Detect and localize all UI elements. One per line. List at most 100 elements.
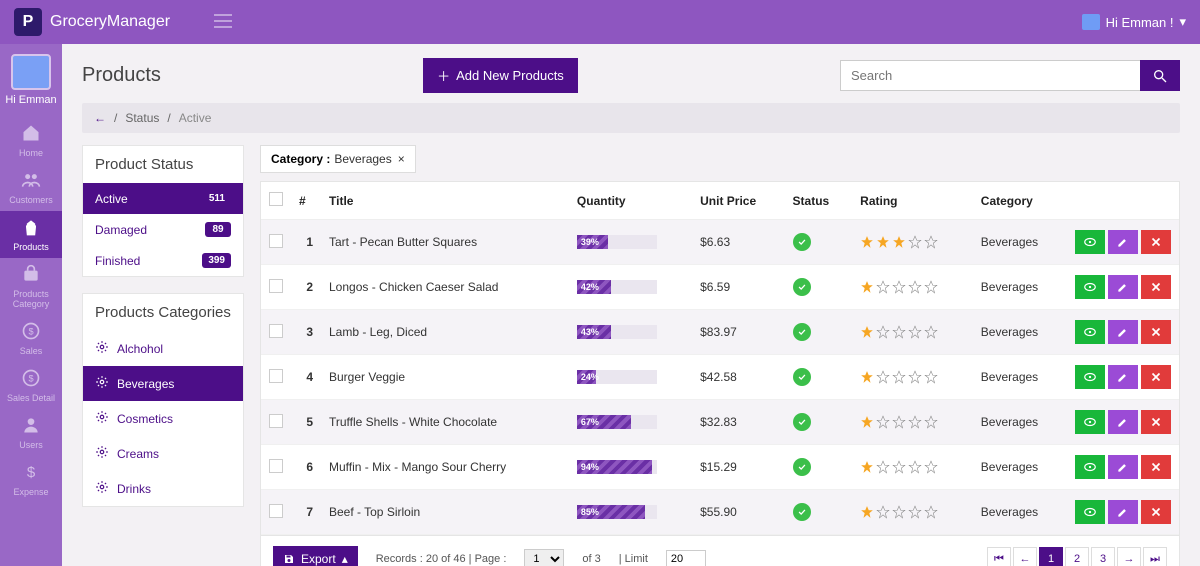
row-checkbox[interactable] bbox=[269, 234, 283, 248]
row-qty: 43% bbox=[569, 310, 692, 355]
delete-button[interactable] bbox=[1141, 455, 1171, 479]
add-button-label: Add New Products bbox=[456, 68, 564, 83]
table-row: 2Longos - Chicken Caeser Salad42%$6.59Be… bbox=[261, 265, 1179, 310]
limit-input[interactable] bbox=[666, 550, 706, 566]
hamburger-icon[interactable] bbox=[214, 14, 232, 31]
sidebar-item-products-category[interactable]: Products Category bbox=[0, 258, 62, 315]
column-header[interactable]: Quantity bbox=[569, 182, 692, 220]
row-rating bbox=[852, 265, 973, 310]
sidebar-item-sales-detail[interactable]: $Sales Detail bbox=[0, 362, 62, 409]
gear-icon bbox=[95, 340, 109, 357]
column-header[interactable]: Rating bbox=[852, 182, 973, 220]
sidebar-item-sales[interactable]: $Sales bbox=[0, 315, 62, 362]
edit-button[interactable] bbox=[1108, 230, 1138, 254]
save-icon bbox=[283, 553, 295, 565]
row-checkbox[interactable] bbox=[269, 369, 283, 383]
row-qty: 94% bbox=[569, 445, 692, 490]
gear-icon bbox=[95, 375, 109, 392]
row-qty: 67% bbox=[569, 400, 692, 445]
pager-last[interactable]: ⏭ bbox=[1143, 547, 1167, 566]
category-item-drinks[interactable]: Drinks bbox=[83, 471, 243, 506]
sidebar-item-home[interactable]: Home bbox=[0, 117, 62, 164]
breadcrumb-status[interactable]: Status bbox=[125, 111, 159, 125]
edit-button[interactable] bbox=[1108, 410, 1138, 434]
table-row: 1Tart - Pecan Butter Squares39%$6.63Beve… bbox=[261, 220, 1179, 265]
sidebar-item-products[interactable]: Products bbox=[0, 211, 62, 258]
pager-first[interactable]: ⏮ bbox=[987, 547, 1011, 566]
sidebar-item-users[interactable]: Users bbox=[0, 409, 62, 456]
column-header[interactable]: # bbox=[291, 182, 321, 220]
row-qty: 39% bbox=[569, 220, 692, 265]
sidebar-item-expense[interactable]: $Expense bbox=[0, 456, 62, 503]
edit-button[interactable] bbox=[1108, 500, 1138, 524]
row-category: Beverages bbox=[973, 445, 1067, 490]
edit-button[interactable] bbox=[1108, 455, 1138, 479]
view-button[interactable] bbox=[1075, 365, 1105, 389]
delete-button[interactable] bbox=[1141, 275, 1171, 299]
column-header[interactable]: Unit Price bbox=[692, 182, 784, 220]
delete-button[interactable] bbox=[1141, 410, 1171, 434]
user-menu[interactable]: Hi Emman ! ▾ bbox=[1082, 14, 1186, 30]
page-title: Products bbox=[82, 64, 161, 87]
sidebar-item-customers[interactable]: Customers bbox=[0, 164, 62, 211]
view-button[interactable] bbox=[1075, 500, 1105, 524]
select-all-checkbox[interactable] bbox=[269, 192, 283, 206]
column-header[interactable]: Title bbox=[321, 182, 569, 220]
row-checkbox[interactable] bbox=[269, 324, 283, 338]
search-button[interactable] bbox=[1140, 60, 1180, 91]
status-ok-icon bbox=[793, 413, 811, 431]
row-checkbox[interactable] bbox=[269, 459, 283, 473]
export-button[interactable]: Export ▴ bbox=[273, 546, 358, 566]
row-price: $32.83 bbox=[692, 400, 784, 445]
row-number: 4 bbox=[291, 355, 321, 400]
view-button[interactable] bbox=[1075, 410, 1105, 434]
column-header[interactable]: Category bbox=[973, 182, 1067, 220]
view-button[interactable] bbox=[1075, 320, 1105, 344]
category-item-beverages[interactable]: Beverages bbox=[83, 366, 243, 401]
filter-chip-label: Category : bbox=[271, 152, 330, 166]
pager-page[interactable]: 1 bbox=[1039, 547, 1063, 566]
pager-page[interactable]: 3 bbox=[1091, 547, 1115, 566]
delete-button[interactable] bbox=[1141, 320, 1171, 344]
pager-page[interactable]: 2 bbox=[1065, 547, 1089, 566]
pager-next[interactable]: → bbox=[1117, 547, 1141, 566]
row-status bbox=[785, 400, 853, 445]
sidebar-avatar[interactable] bbox=[11, 54, 51, 90]
row-checkbox[interactable] bbox=[269, 504, 283, 518]
status-item-damaged[interactable]: Damaged89 bbox=[83, 214, 243, 245]
status-ok-icon bbox=[793, 368, 811, 386]
category-item-creams[interactable]: Creams bbox=[83, 436, 243, 471]
delete-button[interactable] bbox=[1141, 365, 1171, 389]
column-header[interactable]: Status bbox=[785, 182, 853, 220]
pager-prev[interactable]: ← bbox=[1013, 547, 1037, 566]
edit-button[interactable] bbox=[1108, 365, 1138, 389]
row-rating bbox=[852, 355, 973, 400]
view-button[interactable] bbox=[1075, 230, 1105, 254]
row-title: Beef - Top Sirloin bbox=[321, 490, 569, 535]
view-button[interactable] bbox=[1075, 455, 1105, 479]
edit-button[interactable] bbox=[1108, 275, 1138, 299]
status-item-active[interactable]: Active511 bbox=[83, 183, 243, 214]
row-number: 2 bbox=[291, 265, 321, 310]
delete-button[interactable] bbox=[1141, 230, 1171, 254]
view-button[interactable] bbox=[1075, 275, 1105, 299]
edit-button[interactable] bbox=[1108, 320, 1138, 344]
category-item-alchohol[interactable]: Alchohol bbox=[83, 331, 243, 366]
topbar: P GroceryManager Hi Emman ! ▾ bbox=[0, 0, 1200, 44]
delete-button[interactable] bbox=[1141, 500, 1171, 524]
row-rating bbox=[852, 490, 973, 535]
breadcrumb-back-icon[interactable]: ← bbox=[94, 111, 106, 125]
row-checkbox[interactable] bbox=[269, 279, 283, 293]
page-select[interactable]: 1 bbox=[524, 549, 564, 566]
svg-text:$: $ bbox=[28, 327, 33, 337]
row-qty: 24% bbox=[569, 355, 692, 400]
row-checkbox[interactable] bbox=[269, 414, 283, 428]
category-item-cosmetics[interactable]: Cosmetics bbox=[83, 401, 243, 436]
row-title: Burger Veggie bbox=[321, 355, 569, 400]
chevron-down-icon: ▴ bbox=[342, 552, 348, 566]
gear-icon bbox=[95, 480, 109, 497]
filter-chip-close-icon[interactable]: × bbox=[398, 152, 405, 166]
status-item-finished[interactable]: Finished399 bbox=[83, 245, 243, 276]
search-input[interactable] bbox=[840, 60, 1140, 91]
add-new-products-button[interactable]: ＋ Add New Products bbox=[423, 58, 578, 93]
